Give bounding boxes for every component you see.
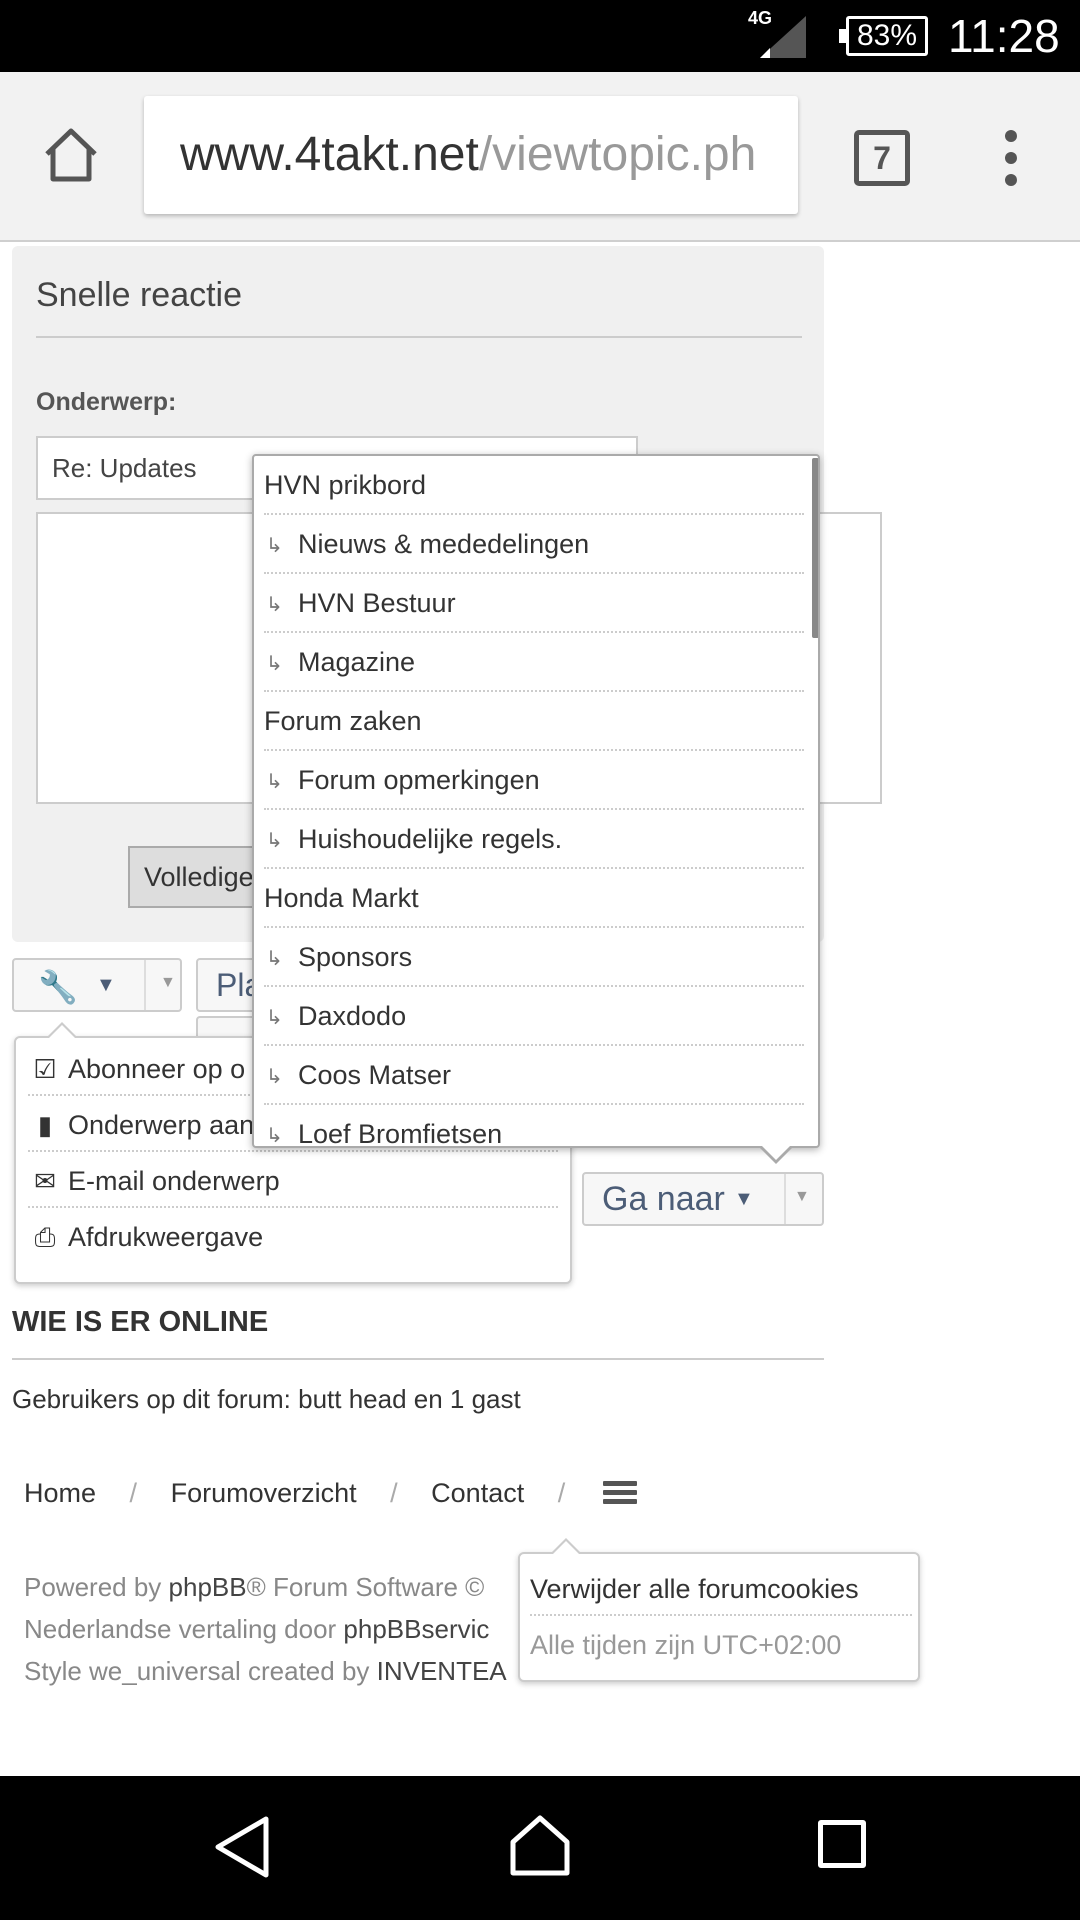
back-icon[interactable] xyxy=(212,1814,272,1880)
credit-line: Powered by phpBB® Forum Software © xyxy=(24,1572,485,1602)
dropdown-arrow-icon: ▼ xyxy=(794,1188,810,1205)
menu-stack-icon[interactable] xyxy=(602,1480,637,1509)
tools-item-print[interactable]: ⎙ Afdrukweergave xyxy=(28,1210,558,1264)
sub-arrow-icon: ↳ xyxy=(266,1007,283,1029)
sub-arrow-icon: ↳ xyxy=(266,653,283,675)
browser-toolbar: www.4takt.net/viewtopic.ph 7 xyxy=(0,72,1080,242)
topic-tools-button[interactable]: 🔧 ▼ ▼ xyxy=(12,958,182,1012)
home-nav-icon[interactable] xyxy=(508,1812,572,1878)
online-users-text: Gebruikers op dit forum: butt head en 1 … xyxy=(12,1384,521,1414)
url-path: /viewtopic.ph xyxy=(478,128,757,181)
signal-icon xyxy=(760,16,806,58)
credit-link[interactable]: phpBB xyxy=(169,1572,247,1602)
footer-menu-popup: Verwijder alle forumcookies Alle tijden … xyxy=(518,1538,920,1682)
printer-icon: ⎙ xyxy=(34,1222,56,1252)
recent-apps-icon[interactable] xyxy=(818,1820,866,1868)
jump-to-label: Ga naar xyxy=(602,1180,725,1218)
forum-option[interactable]: ↳ HVN Bestuur xyxy=(264,574,804,633)
scrollbar[interactable] xyxy=(812,458,818,638)
forum-list: HVN prikbord ↳ Nieuws & mededelingen ↳ HVN B… xyxy=(264,456,804,1147)
dropdown-arrow-icon: ▼ xyxy=(160,974,176,991)
footer-breadcrumb: Home / Forumoverzicht / Contact / xyxy=(24,1478,637,1509)
footer-credits: Powered by phpBB® Forum Software © Neder… xyxy=(24,1566,524,1692)
overflow-menu-icon[interactable] xyxy=(1000,130,1022,186)
online-heading: WIE IS ER ONLINE xyxy=(12,1306,269,1338)
forum-option[interactable]: ↳ Daxdodo xyxy=(264,987,804,1046)
jump-to-button[interactable]: Ga naar ▼ ▼ xyxy=(582,1172,824,1226)
chevron-down-icon: ▼ xyxy=(96,974,116,996)
category-option[interactable]: Forum zaken xyxy=(264,692,804,751)
credit-line: Style we_universal created by INVENTEA xyxy=(24,1656,507,1686)
tools-item-email[interactable]: ✉ E-mail onderwerp xyxy=(28,1154,558,1208)
forum-option[interactable]: ↳ Nieuws & mededelingen xyxy=(264,515,804,574)
forum-option[interactable]: ↳ Sponsors xyxy=(264,928,804,987)
credit-link[interactable]: INVENTEA xyxy=(377,1656,507,1686)
address-bar[interactable]: www.4takt.net/viewtopic.ph xyxy=(144,96,798,214)
category-option[interactable]: HVN prikbord xyxy=(264,456,804,515)
home-icon[interactable] xyxy=(42,126,100,184)
forum-option[interactable]: ↳ Huishoudelijke regels. xyxy=(264,810,804,869)
sub-arrow-icon: ↳ xyxy=(266,948,283,970)
credit-link[interactable]: phpBBservic xyxy=(343,1614,489,1644)
jump-to-dropdown: HVN prikbord ↳ Nieuws & mededelingen ↳ HVN B… xyxy=(252,454,820,1148)
sub-arrow-icon: ↳ xyxy=(266,1125,283,1147)
divider xyxy=(36,336,802,338)
subject-label: Onderwerp: xyxy=(36,388,177,416)
sub-arrow-icon: ↳ xyxy=(266,535,283,557)
footer-link-home[interactable]: Home xyxy=(24,1478,96,1508)
chevron-down-icon: ▼ xyxy=(734,1188,754,1210)
category-option[interactable]: Honda Markt xyxy=(264,869,804,928)
sub-arrow-icon: ↳ xyxy=(266,594,283,616)
timezone-text: Alle tijden zijn UTC+02:00 xyxy=(530,1630,842,1660)
sub-arrow-icon: ↳ xyxy=(266,1066,283,1088)
forum-option[interactable]: ↳ Forum opmerkingen xyxy=(264,751,804,810)
wrench-icon: 🔧 xyxy=(38,969,78,1005)
forum-option[interactable]: ↳ Loef Bromfietsen xyxy=(264,1105,804,1147)
credit-line: Nederlandse vertaling door phpBBservic xyxy=(24,1614,490,1644)
bookmark-icon: ▮ xyxy=(37,1110,53,1140)
checkbox-icon: ☑ xyxy=(33,1054,57,1084)
forum-option[interactable]: ↳ Coos Matser xyxy=(264,1046,804,1105)
footer-link-forum-index[interactable]: Forumoverzicht xyxy=(171,1478,357,1508)
delete-cookies-link[interactable]: Verwijder alle forumcookies xyxy=(530,1562,912,1616)
android-nav-bar xyxy=(0,1776,1080,1920)
sub-arrow-icon: ↳ xyxy=(266,771,283,793)
dropdown-pointer xyxy=(758,1144,794,1164)
url-domain: www.4takt.net xyxy=(180,128,479,181)
quick-reply-title: Snelle reactie xyxy=(36,276,243,314)
sub-arrow-icon: ↳ xyxy=(266,830,283,852)
envelope-icon: ✉ xyxy=(34,1166,56,1196)
status-bar: 4G 83% 11:28 xyxy=(0,0,1080,72)
clock: 11:28 xyxy=(948,10,1060,62)
forum-option[interactable]: ↳ Magazine xyxy=(264,633,804,692)
battery-indicator: 83% xyxy=(839,16,928,56)
footer-link-contact[interactable]: Contact xyxy=(431,1478,524,1508)
tab-switcher-button[interactable]: 7 xyxy=(854,130,910,186)
divider xyxy=(12,1358,824,1360)
